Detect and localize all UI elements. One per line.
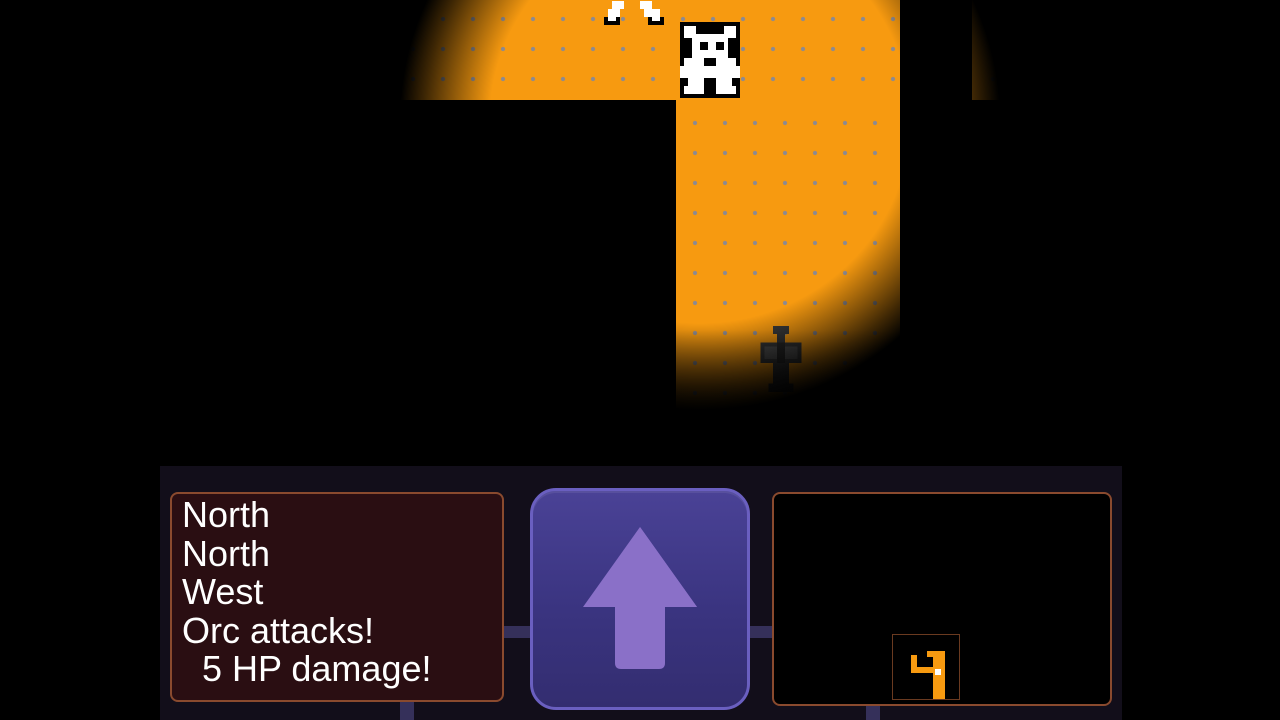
floor-corridor-vertical [676,100,900,470]
message-line: North [182,494,271,535]
player-marker-icon [911,651,945,699]
shadow-bottom [0,330,1280,470]
minimap-viewport [892,634,960,700]
floor-corridor-top [180,0,900,100]
message-log: North North West Orc attacks! 5 HP damag… [170,492,504,702]
move-north-button[interactable] [530,488,750,710]
message-line: Orc attacks! [182,609,375,651]
message-line: North [182,532,271,574]
arrow-up-icon [583,527,697,669]
message-line: West [182,571,264,612]
floor-corridor-right [972,0,1112,100]
message-line: 5 HP damage! [182,648,432,689]
dungeon-view[interactable] [0,0,1280,470]
hud-panel: North North West Orc attacks! 5 HP damag… [160,466,1122,720]
ally-icon[interactable] [600,0,668,26]
tombstone-icon[interactable] [756,326,806,396]
orc-icon[interactable] [676,22,744,98]
hud-rail [400,702,414,720]
minimap[interactable] [772,492,1112,706]
